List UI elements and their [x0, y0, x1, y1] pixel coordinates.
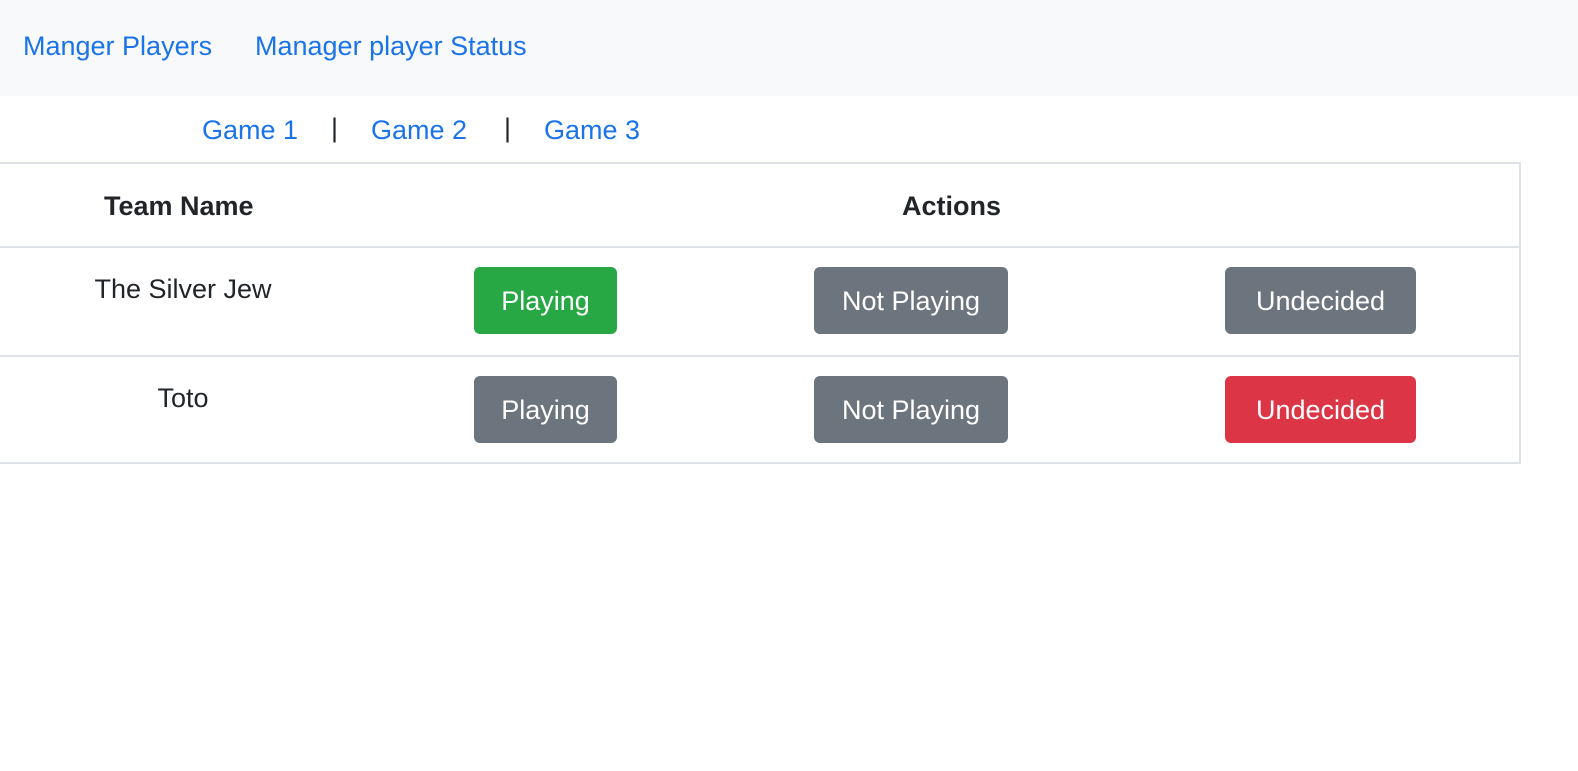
- game-3-link[interactable]: Game 3: [544, 114, 640, 146]
- nav-link-manage-players[interactable]: Manger Players: [23, 30, 212, 62]
- game-selector: Game 1 | Game 2 | Game 3: [0, 112, 800, 148]
- row-divider: [0, 355, 1519, 357]
- game-separator: |: [331, 113, 339, 143]
- header-team-name: Team Name: [104, 191, 254, 221]
- game-2-link[interactable]: Game 2: [371, 114, 467, 146]
- nav-link-manage-player-status[interactable]: Manager player Status: [255, 30, 527, 62]
- undecided-button[interactable]: Undecided: [1225, 267, 1416, 334]
- game-separator: |: [504, 113, 512, 143]
- not-playing-button[interactable]: Not Playing: [814, 267, 1008, 334]
- teams-table: Team Name Actions The Silver Jew Playing…: [0, 162, 1521, 464]
- row-divider: [0, 246, 1519, 248]
- top-navbar: Manger Players Manager player Status: [0, 0, 1578, 96]
- team-name-cell: The Silver Jew: [94, 274, 272, 304]
- playing-button[interactable]: Playing: [474, 267, 617, 334]
- team-name-cell: Toto: [157, 383, 209, 413]
- game-1-link[interactable]: Game 1: [202, 114, 298, 146]
- header-actions: Actions: [902, 191, 1002, 221]
- undecided-button[interactable]: Undecided: [1225, 376, 1416, 443]
- playing-button[interactable]: Playing: [474, 376, 617, 443]
- not-playing-button[interactable]: Not Playing: [814, 376, 1008, 443]
